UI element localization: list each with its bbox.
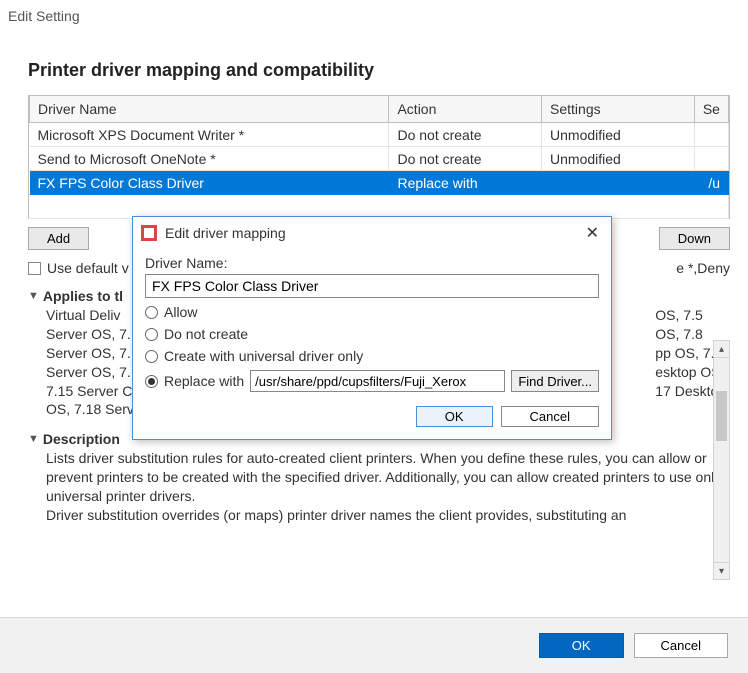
cell-se — [694, 147, 728, 171]
add-button[interactable]: Add — [28, 227, 89, 250]
table-row-selected[interactable]: FX FPS Color Class Driver Replace with /… — [30, 171, 729, 195]
radio-icon[interactable] — [145, 375, 158, 388]
edit-driver-mapping-dialog: Edit driver mapping ✕ Driver Name: Allow… — [132, 216, 612, 440]
radio-label: Do not create — [164, 326, 248, 342]
cell-settings: Unmodified — [542, 123, 695, 147]
radio-icon[interactable] — [145, 328, 158, 341]
edit-setting-window: Edit Setting Printer driver mapping and … — [0, 0, 748, 673]
scroll-down-icon[interactable]: ▾ — [714, 562, 729, 579]
modal-titlebar: Edit driver mapping ✕ — [133, 217, 611, 249]
cancel-button[interactable]: Cancel — [634, 633, 728, 658]
use-default-checkbox[interactable] — [28, 262, 41, 275]
cell-action: Replace with — [389, 171, 542, 195]
cell-driver: FX FPS Color Class Driver — [30, 171, 389, 195]
window-title: Edit Setting — [0, 0, 748, 28]
table-row[interactable]: Microsoft XPS Document Writer * Do not c… — [30, 123, 729, 147]
vertical-scrollbar[interactable]: ▴ ▾ — [713, 340, 730, 580]
cell-settings: Unmodified — [542, 147, 695, 171]
cell-driver: Send to Microsoft OneNote * — [30, 147, 389, 171]
radio-icon[interactable] — [145, 306, 158, 319]
use-default-label-right: e *,Deny — [676, 260, 730, 276]
description-body: Lists driver substitution rules for auto… — [46, 449, 730, 525]
description-title: Description — [43, 431, 120, 447]
down-button[interactable]: Down — [659, 227, 730, 250]
col-driver-name[interactable]: Driver Name — [30, 96, 389, 123]
replace-path-input[interactable] — [250, 370, 505, 392]
cell-settings — [542, 171, 695, 195]
modal-title: Edit driver mapping — [165, 225, 286, 241]
find-driver-button[interactable]: Find Driver... — [511, 370, 599, 392]
modal-ok-button[interactable]: OK — [416, 406, 493, 427]
cell-action: Do not create — [389, 147, 542, 171]
main-footer: OK Cancel — [0, 617, 748, 673]
caret-down-icon: ▼ — [28, 433, 39, 445]
page-title: Printer driver mapping and compatibility — [28, 60, 730, 81]
radio-replace-with[interactable]: Replace with Find Driver... — [145, 370, 599, 392]
col-se[interactable]: Se — [694, 96, 728, 123]
cell-se: /u — [694, 171, 728, 195]
cell-se — [694, 123, 728, 147]
modal-cancel-button[interactable]: Cancel — [501, 406, 599, 427]
driver-name-label: Driver Name: — [145, 255, 599, 271]
table-row-empty — [30, 195, 729, 219]
use-default-label-left: Use default v — [47, 260, 129, 276]
radio-label: Allow — [164, 304, 197, 320]
radio-universal-driver[interactable]: Create with universal driver only — [145, 348, 599, 364]
modal-body: Driver Name: Allow Do not create Create … — [133, 249, 611, 439]
scroll-up-icon[interactable]: ▴ — [714, 341, 729, 358]
col-settings[interactable]: Settings — [542, 96, 695, 123]
applies-to-title: Applies to tl — [43, 288, 123, 304]
radio-label: Create with universal driver only — [164, 348, 363, 364]
modal-footer: OK Cancel — [145, 406, 599, 427]
cell-driver: Microsoft XPS Document Writer * — [30, 123, 389, 147]
printer-icon — [141, 225, 157, 241]
driver-name-input[interactable] — [145, 274, 599, 298]
scroll-thumb[interactable] — [716, 391, 727, 441]
driver-table: Driver Name Action Settings Se Microsoft… — [28, 95, 730, 219]
cell-action: Do not create — [389, 123, 542, 147]
radio-label: Replace with — [164, 373, 244, 389]
radio-do-not-create[interactable]: Do not create — [145, 326, 599, 342]
radio-allow[interactable]: Allow — [145, 304, 599, 320]
table-row[interactable]: Send to Microsoft OneNote * Do not creat… — [30, 147, 729, 171]
caret-down-icon: ▼ — [28, 290, 39, 302]
table-header-row: Driver Name Action Settings Se — [30, 96, 729, 123]
ok-button[interactable]: OK — [539, 633, 624, 658]
radio-icon[interactable] — [145, 350, 158, 363]
col-action[interactable]: Action — [389, 96, 542, 123]
close-icon[interactable]: ✕ — [582, 223, 603, 243]
